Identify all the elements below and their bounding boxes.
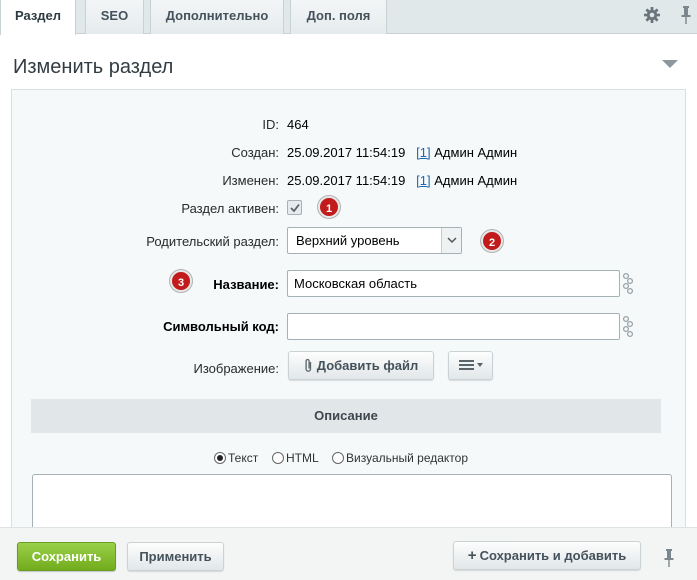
modified-label: Изменен: xyxy=(222,173,279,188)
pin-icon[interactable] xyxy=(680,5,692,25)
code-input[interactable] xyxy=(287,313,620,340)
save-and-add-button[interactable]: + Сохранить и добавить xyxy=(453,541,641,570)
modified-date: 25.09.2017 11:54:19 xyxy=(287,173,406,188)
chain-link-icon[interactable] xyxy=(622,315,634,339)
tab-extra-fields[interactable]: Доп. поля xyxy=(290,0,387,34)
parent-label: Родительский раздел: xyxy=(146,234,279,249)
chain-link-icon[interactable] xyxy=(622,272,634,296)
radio-empty-icon xyxy=(332,452,344,464)
image-label: Изображение: xyxy=(193,361,279,376)
image-menu-button[interactable] xyxy=(448,351,493,380)
name-input[interactable] xyxy=(287,270,620,297)
paperclip-icon xyxy=(305,358,311,372)
add-file-button[interactable]: Добавить файл xyxy=(288,351,434,380)
description-section-header: Описание xyxy=(31,399,661,433)
active-checkbox[interactable] xyxy=(287,200,302,215)
save-button[interactable]: Сохранить xyxy=(17,542,116,571)
mode-visual-radio[interactable]: Визуальный редактор xyxy=(332,451,468,465)
tab-section[interactable]: Раздел xyxy=(0,0,76,35)
plus-icon: + xyxy=(467,547,477,564)
radio-empty-icon xyxy=(272,452,284,464)
apply-button[interactable]: Применить xyxy=(127,542,224,571)
radio-selected-icon xyxy=(214,452,226,464)
tab-bar: Раздел SEO Дополнительно Доп. поля xyxy=(0,0,697,35)
pin-icon[interactable] xyxy=(663,548,675,568)
modified-user-link[interactable]: [1] xyxy=(416,173,430,188)
page-title: Изменить раздел xyxy=(13,56,174,78)
badge-1: 1 xyxy=(318,196,340,218)
mode-visual-label: Визуальный редактор xyxy=(346,451,469,465)
created-user-name: Админ Админ xyxy=(434,145,518,160)
mode-text-radio[interactable]: Текст xyxy=(214,451,258,465)
chevron-down-icon xyxy=(441,228,461,253)
gear-icon[interactable] xyxy=(643,6,661,24)
parent-selected-value: Верхний уровень xyxy=(296,233,400,248)
id-label: ID: xyxy=(262,117,279,132)
created-label: Создан: xyxy=(231,145,279,160)
badge-3: 3 xyxy=(170,270,192,292)
name-label: Название: xyxy=(213,277,279,292)
modified-value: 25.09.2017 11:54:19 [1] Админ Админ xyxy=(287,173,517,188)
add-file-label: Добавить файл xyxy=(316,358,419,373)
mode-html-label: HTML xyxy=(286,451,319,465)
badge-2: 2 xyxy=(481,230,503,252)
tab-additional[interactable]: Дополнительно xyxy=(150,0,284,34)
hamburger-icon xyxy=(458,360,483,370)
tab-seo[interactable]: SEO xyxy=(85,0,144,34)
triangle-down-icon[interactable] xyxy=(662,60,678,68)
modified-user-name: Админ Админ xyxy=(434,173,518,188)
active-label: Раздел активен: xyxy=(181,201,279,216)
mode-text-label: Текст xyxy=(228,451,259,465)
mode-html-radio[interactable]: HTML xyxy=(272,451,319,465)
parent-section-select[interactable]: Верхний уровень xyxy=(287,227,462,254)
created-date: 25.09.2017 11:54:19 xyxy=(287,145,406,160)
id-value: 464 xyxy=(287,117,309,132)
created-value: 25.09.2017 11:54:19 [1] Админ Админ xyxy=(287,145,517,160)
code-label: Символьный код: xyxy=(163,319,279,334)
save-and-add-label: Сохранить и добавить xyxy=(479,548,627,563)
created-user-link[interactable]: [1] xyxy=(416,145,430,160)
